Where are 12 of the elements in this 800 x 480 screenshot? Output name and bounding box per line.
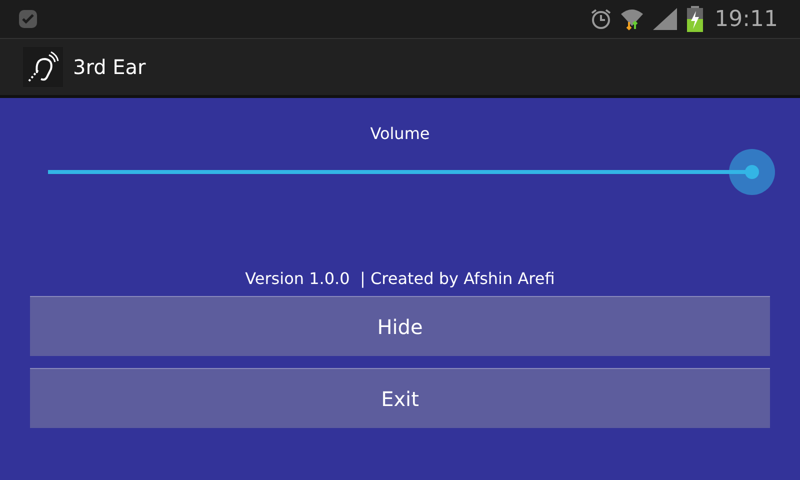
battery-icon	[684, 5, 705, 33]
slider-thumb[interactable]	[729, 149, 775, 195]
action-button[interactable]: Hide	[30, 296, 770, 356]
check-icon	[18, 9, 38, 29]
alarm-icon	[588, 7, 613, 31]
volume-label: Volume	[370, 124, 430, 143]
app-title: 3rd Ear	[73, 55, 146, 79]
action-button[interactable]: Exit	[30, 368, 770, 428]
ear-icon	[23, 47, 63, 87]
signal-icon	[650, 6, 679, 32]
clock-time: 19:11	[714, 6, 778, 32]
version-credit-text: Version 1.0.0 | Created by Afshin Arefi	[245, 269, 555, 288]
